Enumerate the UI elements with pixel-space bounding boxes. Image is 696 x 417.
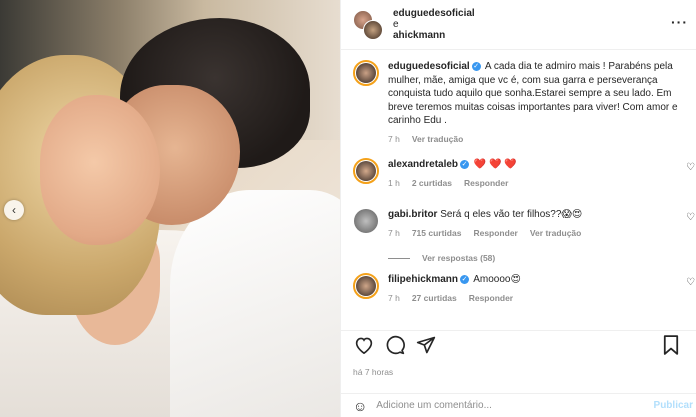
comment-likes[interactable]: 2 curtidas [412,178,452,188]
instagram-post: ‹ eduguedesoficial e ahickmann ··· edugu… [0,0,696,417]
caption-username[interactable]: eduguedesoficial [388,61,470,72]
avatar[interactable] [353,158,379,184]
header-joiner: e [393,19,399,30]
header-username-1[interactable]: eduguedesoficial [393,8,475,19]
comment-time: 7 h [388,292,400,303]
avatar [363,19,383,40]
more-horizontal-icon[interactable]: ··· [671,14,688,30]
comment-username[interactable]: gabi.britor [388,209,437,220]
caption-time: 7 h [388,133,400,144]
list-item: gabi.britor Será q eles vão ter filhos??… [341,208,696,243]
comment-likes[interactable]: 27 curtidas [412,293,457,303]
like-heart-icon[interactable]: ♡ [686,277,695,288]
avatar[interactable] [353,273,379,299]
comment-time: 1 h [388,177,400,188]
reply-button[interactable]: Responder [469,293,513,303]
comment-icon[interactable] [384,334,406,356]
comment-text: Amoooo😍 [473,274,521,285]
avatar[interactable] [353,60,379,86]
post-header: eduguedesoficial e ahickmann ··· [341,0,696,50]
comment-username[interactable]: filipehickmann [388,274,458,285]
translate-link[interactable]: Ver tradução [412,134,464,144]
caption: eduguedesoficial ✓ A cada dia te admiro m… [341,60,696,158]
divider [388,257,410,259]
photo-woman-face [40,95,160,245]
post-sidebar: eduguedesoficial e ahickmann ··· edugued… [340,0,696,417]
carousel-prev-button[interactable]: ‹ [4,200,24,220]
verified-icon: ✓ [460,274,470,284]
comment-likes[interactable]: 715 curtidas [412,228,462,238]
photo-man-shirt [170,190,340,417]
bookmark-icon[interactable] [660,334,682,356]
verified-icon: ✓ [460,159,470,169]
collab-avatars[interactable] [353,9,383,40]
comment-username[interactable]: alexandretaleb [388,159,458,170]
post-timestamp: há 7 horas [353,367,394,377]
comment-time: 7 h [388,227,400,238]
comment-text: Será q eles vão ter filhos??😱😍 [440,209,583,220]
view-replies-label[interactable]: Ver respostas (58) [422,253,495,263]
publish-button[interactable]: Publicar [654,400,693,411]
translate-link[interactable]: Ver tradução [530,228,582,238]
post-photo[interactable]: ‹ [0,0,340,417]
view-replies-link[interactable]: Ver respostas (58) [341,243,696,273]
like-heart-icon[interactable]: ♡ [686,162,695,173]
comments-list: eduguedesoficial ✓ A cada dia te admiro m… [341,60,696,313]
list-item: filipehickmann ✓ Amoooo😍 7 h 27 curtidas Re… [341,273,696,313]
verified-icon: ✓ [471,61,481,71]
reply-button[interactable]: Responder [473,228,517,238]
reply-button[interactable]: Responder [464,178,508,188]
collab-usernames: eduguedesoficial e ahickmann [393,8,475,41]
add-comment-bar: ☺ Adicione um comentário... Publicar [341,393,696,417]
avatar[interactable] [353,208,379,234]
header-username-2[interactable]: ahickmann [393,30,475,41]
list-item: alexandretaleb ✓ ❤️ ❤️ ❤️ 1 h 2 curtidas Re… [341,158,696,208]
share-icon[interactable] [415,334,437,356]
like-heart-icon[interactable]: ♡ [686,212,695,223]
emoji-icon[interactable]: ☺ [353,398,367,414]
heart-icon[interactable] [353,334,375,356]
action-bar [341,330,696,358]
comment-text: ❤️ ❤️ ❤️ [473,159,517,170]
comment-input[interactable]: Adicione um comentário... [376,400,492,411]
